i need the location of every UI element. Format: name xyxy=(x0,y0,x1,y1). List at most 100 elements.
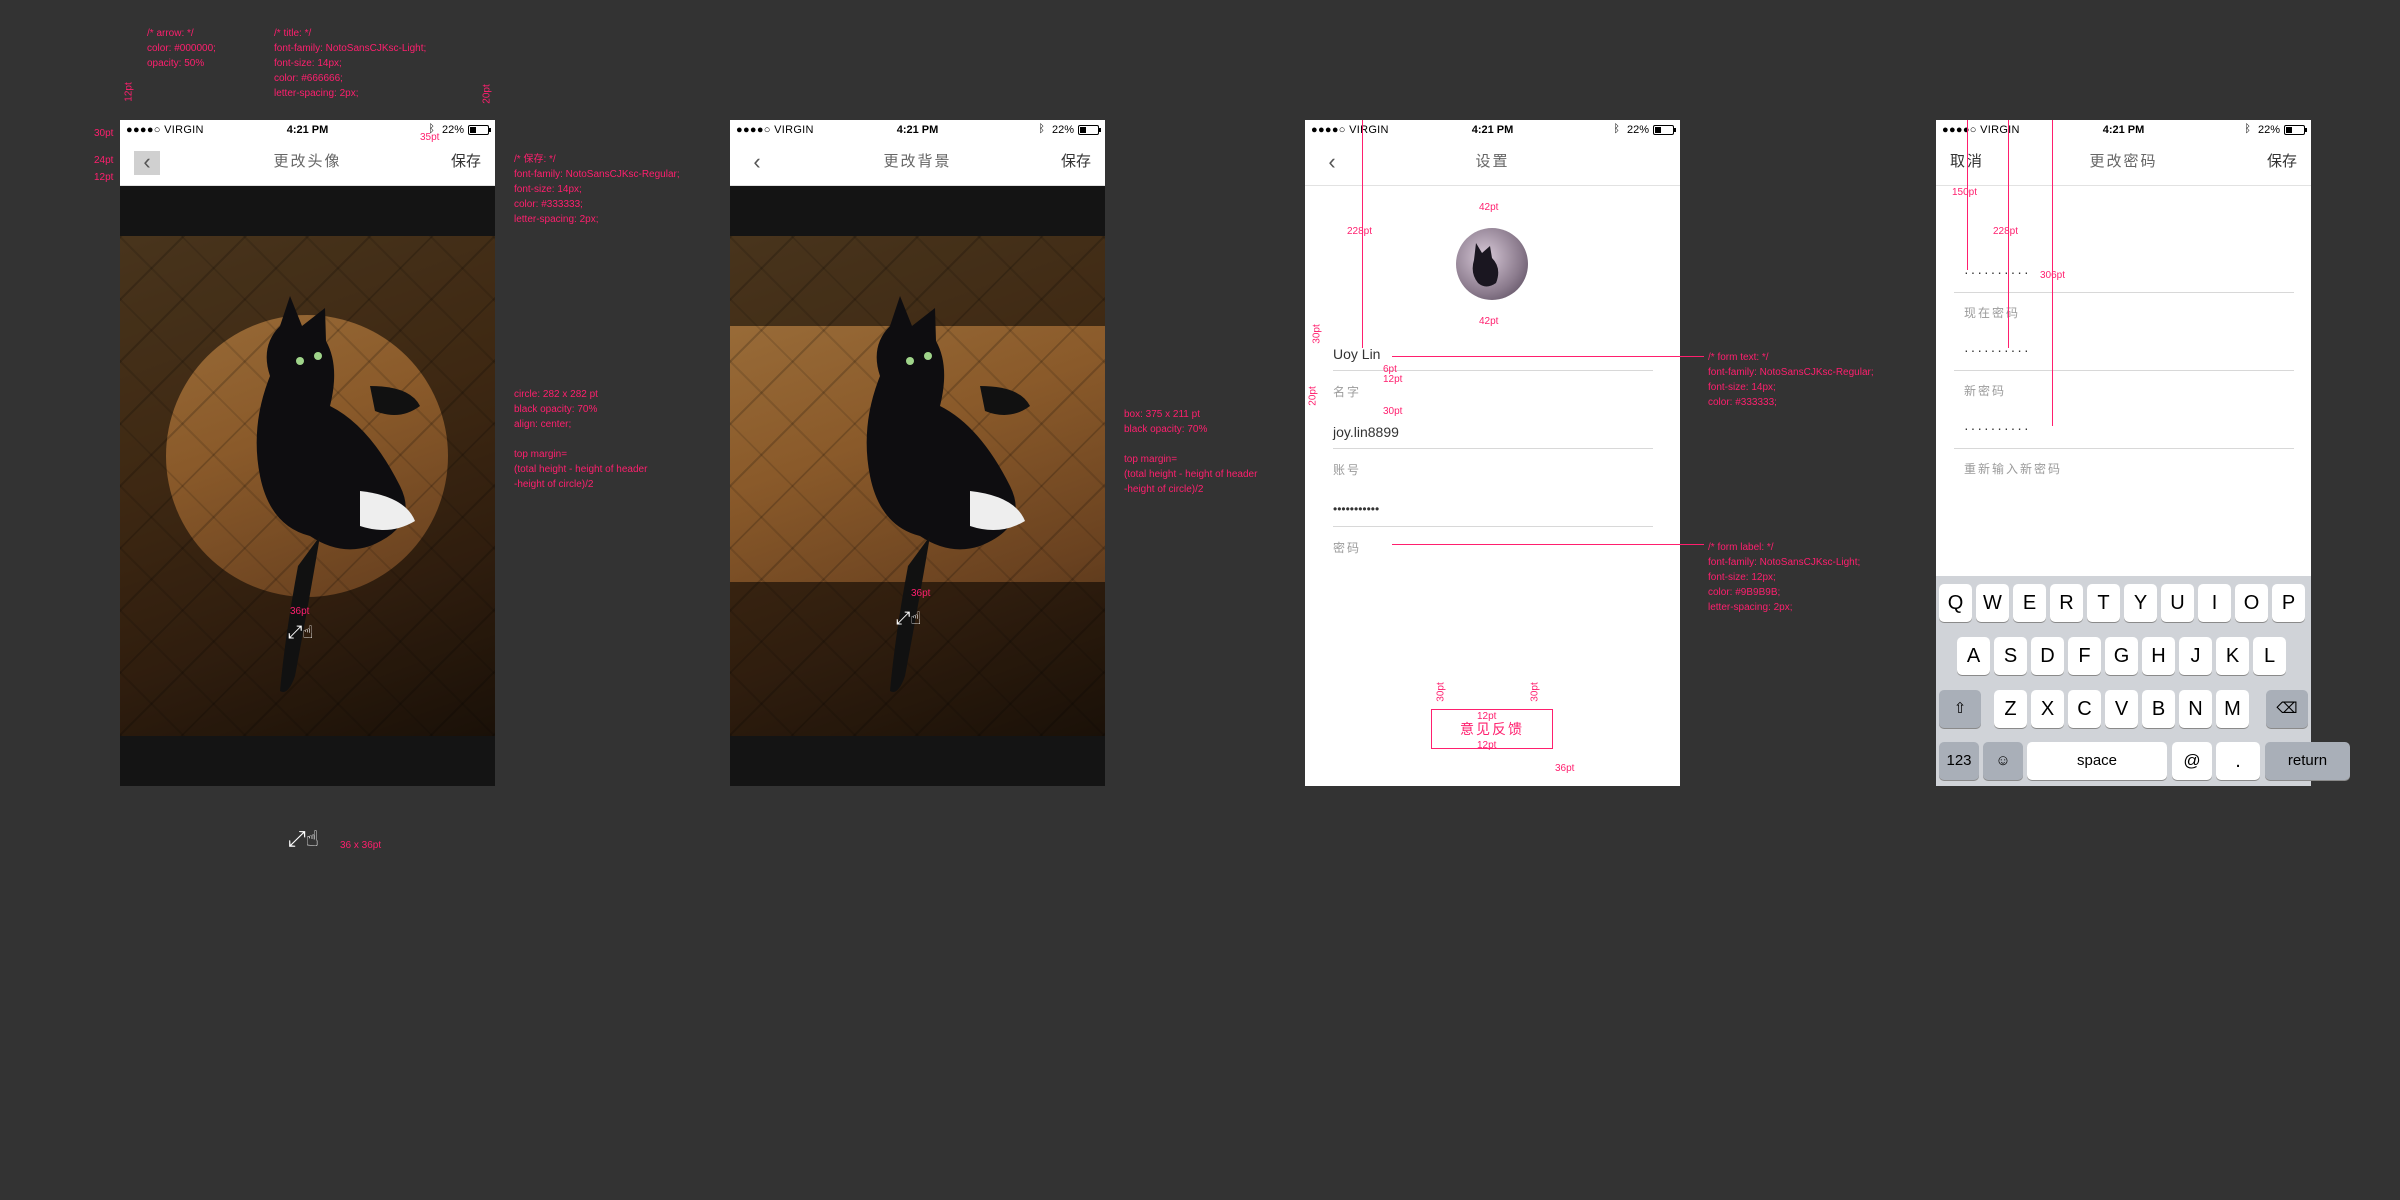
key-g[interactable]: G xyxy=(2105,637,2138,675)
key-z[interactable]: Z xyxy=(1994,690,2027,728)
divider xyxy=(1333,448,1653,449)
dim-label: 35pt xyxy=(420,132,440,143)
dim-label: 36pt xyxy=(911,588,931,599)
key-t[interactable]: T xyxy=(2087,584,2120,622)
dim-label: 36pt xyxy=(1555,763,1575,774)
battery-icon xyxy=(468,125,491,135)
measure-line xyxy=(1362,120,1363,348)
key-k[interactable]: K xyxy=(2216,637,2249,675)
screen-change-background: ●●●●○ VIRGIN 4:21 PM ᛒ 22% ‹ 更改背景 保存 ⤢☝ xyxy=(730,120,1105,786)
key-f[interactable]: F xyxy=(2068,637,2101,675)
form-text-spec-note: /* form text: */ font-family: NotoSansCJ… xyxy=(1708,352,1874,408)
battery-icon xyxy=(2284,125,2307,135)
status-bar: ●●●●○ VIRGIN 4:21 PM ᛒ 22% xyxy=(1936,120,2311,140)
space-key[interactable]: space xyxy=(2027,742,2167,780)
dim-label: 228pt xyxy=(1993,226,2019,237)
numbers-key[interactable]: 123 xyxy=(1939,742,1979,780)
bluetooth-icon: ᛒ xyxy=(2244,123,2251,135)
arrow-spec-note: /* arrow: */ color: #000000; opacity: 50… xyxy=(147,28,216,69)
save-button[interactable]: 保存 xyxy=(451,140,481,184)
dim-label: 12pt xyxy=(1383,374,1403,385)
at-key[interactable]: @ xyxy=(2172,742,2212,780)
key-b[interactable]: B xyxy=(2142,690,2175,728)
resize-handle-icon[interactable]: ⤢☝ xyxy=(896,608,921,629)
dim-label: 30pt xyxy=(1311,324,1323,344)
photo-crop-area[interactable]: ⤢☝ xyxy=(730,186,1105,786)
dim-label: 228pt xyxy=(1347,226,1373,237)
name-label: 名字 xyxy=(1333,385,1362,399)
key-j[interactable]: J xyxy=(2179,637,2212,675)
key-h[interactable]: H xyxy=(2142,637,2175,675)
current-password-value[interactable]: ·········· xyxy=(1964,264,2031,280)
form-label-spec-note: /* form label: */ font-family: NotoSansC… xyxy=(1708,542,1861,613)
key-i[interactable]: I xyxy=(2198,584,2231,622)
dim-label: 42pt xyxy=(1479,316,1499,327)
divider xyxy=(1333,370,1653,371)
key-d[interactable]: D xyxy=(2031,637,2064,675)
save-button[interactable]: 保存 xyxy=(1061,140,1091,184)
key-s[interactable]: S xyxy=(1994,637,2027,675)
key-r[interactable]: R xyxy=(2050,584,2083,622)
key-w[interactable]: W xyxy=(1976,584,2009,622)
key-p[interactable]: P xyxy=(2272,584,2305,622)
battery-icon xyxy=(1078,125,1101,135)
password-label: 密码 xyxy=(1333,541,1362,555)
photo-crop-area[interactable]: ⤢☝ xyxy=(120,186,495,786)
delete-icon[interactable]: ⌫ xyxy=(2266,690,2308,728)
divider xyxy=(1333,526,1653,527)
account-label: 账号 xyxy=(1333,463,1362,477)
avatar-cat xyxy=(1472,243,1499,287)
current-password-label: 现在密码 xyxy=(1964,306,2021,320)
page-title: 更改背景 xyxy=(883,153,952,170)
battery-percent: 22% xyxy=(1051,124,1074,136)
callout-line xyxy=(1392,356,1704,357)
dim-label: 12pt xyxy=(94,172,114,183)
password-value[interactable]: ••••••••••• xyxy=(1333,502,1379,516)
box-spec-note: box: 375 x 211 pt black opacity: 70% top… xyxy=(1124,409,1258,495)
new-password-label: 新密码 xyxy=(1964,384,2007,398)
nav-bar: 取消 更改密码 保存 xyxy=(1936,140,2311,186)
dot-key[interactable]: . xyxy=(2216,742,2260,780)
screen-change-password: ●●●●○ VIRGIN 4:21 PM ᛒ 22% 取消 更改密码 保存 ··… xyxy=(1936,120,2311,786)
measure-line xyxy=(2008,120,2009,348)
key-a[interactable]: A xyxy=(1957,637,1990,675)
hand-size-label: 36 x 36pt xyxy=(340,840,382,851)
key-o[interactable]: O xyxy=(2235,584,2268,622)
dim-label: 30pt xyxy=(94,128,114,139)
dim-label: 20pt xyxy=(1307,386,1319,406)
status-time: 4:21 PM xyxy=(896,124,939,136)
battery-icon xyxy=(1653,125,1676,135)
dim-label: 20pt xyxy=(481,84,493,104)
key-v[interactable]: V xyxy=(2105,690,2138,728)
dim-label: 30pt xyxy=(1529,682,1541,702)
confirm-password-value[interactable]: ·········· xyxy=(1964,420,2031,436)
resize-handle-icon[interactable]: ⤢☝ xyxy=(288,622,313,643)
divider xyxy=(1954,292,2294,293)
name-value[interactable]: Uoy Lin xyxy=(1333,346,1380,362)
emoji-icon[interactable]: ☺ xyxy=(1983,742,2023,780)
key-m[interactable]: M xyxy=(2216,690,2249,728)
key-u[interactable]: U xyxy=(2161,584,2194,622)
new-password-value[interactable]: ·········· xyxy=(1964,342,2031,358)
key-n[interactable]: N xyxy=(2179,690,2212,728)
key-x[interactable]: X xyxy=(2031,690,2064,728)
key-q[interactable]: Q xyxy=(1939,584,1972,622)
key-c[interactable]: C xyxy=(2068,690,2101,728)
account-value[interactable]: joy.lin8899 xyxy=(1333,424,1399,440)
nav-bar: ‹ 更改背景 保存 xyxy=(730,140,1105,186)
battery-percent: 22% xyxy=(441,124,464,136)
dim-label: 12pt xyxy=(1477,740,1497,751)
return-key-visible: return xyxy=(2265,742,2350,780)
key-y[interactable]: Y xyxy=(2124,584,2157,622)
dim-label: 36pt xyxy=(290,606,310,617)
page-title: 更改密码 xyxy=(2089,153,2158,170)
measure-line xyxy=(1967,120,1968,270)
shift-icon[interactable]: ⇧ xyxy=(1939,690,1981,728)
save-button[interactable]: 保存 xyxy=(2267,140,2297,184)
dim-label: 150pt xyxy=(1952,187,1978,198)
save-spec-note: /* 保存: */ font-family: NotoSansCJKsc-Reg… xyxy=(514,154,680,225)
avatar[interactable] xyxy=(1456,228,1528,300)
key-e[interactable]: E xyxy=(2013,584,2046,622)
key-l[interactable]: L xyxy=(2253,637,2286,675)
divider xyxy=(1954,448,2294,449)
